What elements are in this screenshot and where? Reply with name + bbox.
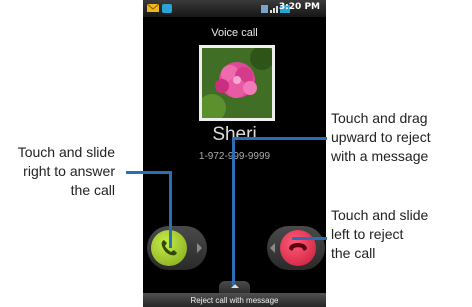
answer-callout: Touch and slide right to answer the call: [8, 143, 115, 200]
slide-left-arrow-icon: [270, 243, 275, 253]
reject-message-callout-line-2: upward to reject: [331, 129, 431, 145]
reject-callout-leader: [292, 237, 327, 240]
reject-message-callout-leader-v: [232, 137, 235, 285]
mail-icon: [147, 4, 159, 12]
status-bar: 3:20 PM: [143, 0, 326, 18]
status-time: 3:20 PM: [278, 2, 320, 12]
reject-call-button[interactable]: [280, 230, 316, 266]
slide-right-arrow-icon: [197, 243, 202, 253]
reject-callout-line-3: the call: [331, 245, 376, 261]
reject-callout-line-1: Touch and slide: [331, 207, 429, 223]
reject-with-message-bar[interactable]: Reject call with message: [143, 293, 326, 307]
usb-icon: [162, 4, 172, 13]
reject-message-callout-line-3: with a message: [331, 148, 429, 164]
reject-callout: Touch and slide left to reject the call: [331, 206, 428, 263]
phone-reject-icon: [289, 243, 307, 251]
answer-callout-leader-v: [169, 171, 172, 248]
reject-message-callout-leader-h: [233, 137, 327, 140]
answer-callout-line-1: Touch and slide: [17, 144, 115, 160]
call-type-label: Voice call: [211, 27, 258, 39]
answer-callout-line-3: the call: [70, 182, 115, 198]
caller-photo: [199, 45, 275, 121]
reject-message-callout-line-1: Touch and drag: [331, 110, 428, 126]
answer-callout-leader-h: [126, 171, 172, 174]
reject-message-callout: Touch and drag upward to reject with a m…: [331, 109, 431, 166]
reject-callout-line-2: left to reject: [331, 226, 404, 242]
answer-callout-line-2: right to answer: [23, 163, 115, 179]
